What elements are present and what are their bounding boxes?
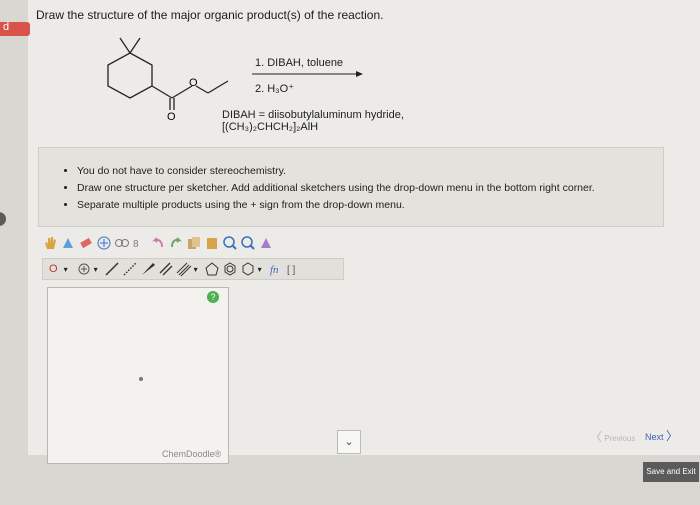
previous-button[interactable]: 〈 Previous [590,428,635,445]
dibah-line-2: [(CH₃)₂CHCH₂]₂AlH [222,121,319,133]
svg-text:8: 8 [133,239,139,250]
chevron-left-icon: 〈 [590,430,603,444]
svg-text:fn: fn [270,264,279,276]
dibah-definition: DIBAH = diisobutylaluminum hydride, [(CH… [222,109,404,133]
triple-bond-icon[interactable] [176,261,192,277]
charge-plus-icon[interactable] [76,261,92,277]
next-label: Next [645,432,664,442]
carbonyl-oxygen-label: O [167,111,176,123]
lasso-icon[interactable] [60,235,76,251]
left-tab-label: d [3,21,10,33]
chevron-right-icon: 〉 [666,429,679,443]
chemdoodle-brand: ChemDoodle® [162,449,222,459]
single-bond-icon[interactable] [104,261,120,277]
undo-icon[interactable] [150,235,166,251]
zoom-out-icon[interactable] [240,235,256,251]
cyclohexane-icon[interactable] [240,261,256,277]
dashed-bond-icon[interactable] [122,261,138,277]
previous-label: Previous [604,434,636,443]
instructions-list: You do not have to consider stereochemis… [39,164,662,215]
redo-icon[interactable] [168,235,184,251]
left-tab[interactable]: d [0,21,30,36]
eraser-icon[interactable] [78,235,94,251]
question-text: Draw the structure of the major organic … [36,8,384,22]
charge-dropdown-arrow-icon[interactable]: ▾ [94,265,98,274]
hand-icon[interactable] [42,235,58,251]
chevron-down-icon: ⌄ [344,436,354,448]
wedge-bond-icon[interactable] [140,261,156,277]
next-button[interactable]: Next 〉 [645,427,678,444]
add-sketcher-dropdown[interactable]: ⌄ [337,430,361,454]
zoom-in-icon[interactable] [222,235,238,251]
chain-icon[interactable] [114,235,130,251]
function-icon[interactable]: fn [268,261,284,277]
help-icon[interactable]: ? [207,291,219,303]
left-circle-icon[interactable] [0,212,6,226]
sketcher-toolbar-bottom: O ▾ ▾ ▾ ▾ fn [ ] [42,258,344,280]
double-bond-icon[interactable] [158,261,174,277]
template-icon[interactable]: 8 [132,235,148,251]
sketcher-canvas[interactable]: ? ChemDoodle® [47,287,229,464]
reactant-molecule: O O [107,37,229,123]
svg-text:[ ]: [ ] [287,265,296,276]
reaction-arrow [252,71,363,77]
ring-dropdown-arrow-icon[interactable]: ▾ [258,265,262,274]
canvas-dot [139,377,143,381]
reagent-step-2: 2. H₃O⁺ [255,83,295,95]
atom-oxygen-button[interactable]: O [49,263,58,275]
instruction-item: You do not have to consider stereochemis… [77,164,662,178]
instruction-item: Draw one structure per sketcher. Add add… [77,181,662,195]
zoom-fit-icon[interactable] [96,235,112,251]
clean-icon[interactable] [258,235,274,251]
sketcher-toolbar-top: 8 [42,235,276,251]
copy-icon[interactable] [186,235,202,251]
ester-oxygen-label: O [189,77,198,89]
instructions-box: You do not have to consider stereochemis… [38,147,664,227]
save-and-exit-button[interactable]: Save and Exit [643,462,699,482]
reagent-step-1: 1. DIBAH, toluene [255,57,344,69]
bond-dropdown-arrow-icon[interactable]: ▾ [194,265,198,274]
instruction-item: Separate multiple products using the + s… [77,198,662,212]
benzene-icon[interactable] [222,261,238,277]
atom-dropdown-arrow-icon[interactable]: ▾ [64,265,68,274]
dibah-line-1: DIBAH = diisobutylaluminum hydride, [222,109,404,121]
paste-icon[interactable] [204,235,220,251]
bracket-icon[interactable]: [ ] [286,261,302,277]
cyclopentane-icon[interactable] [204,261,220,277]
